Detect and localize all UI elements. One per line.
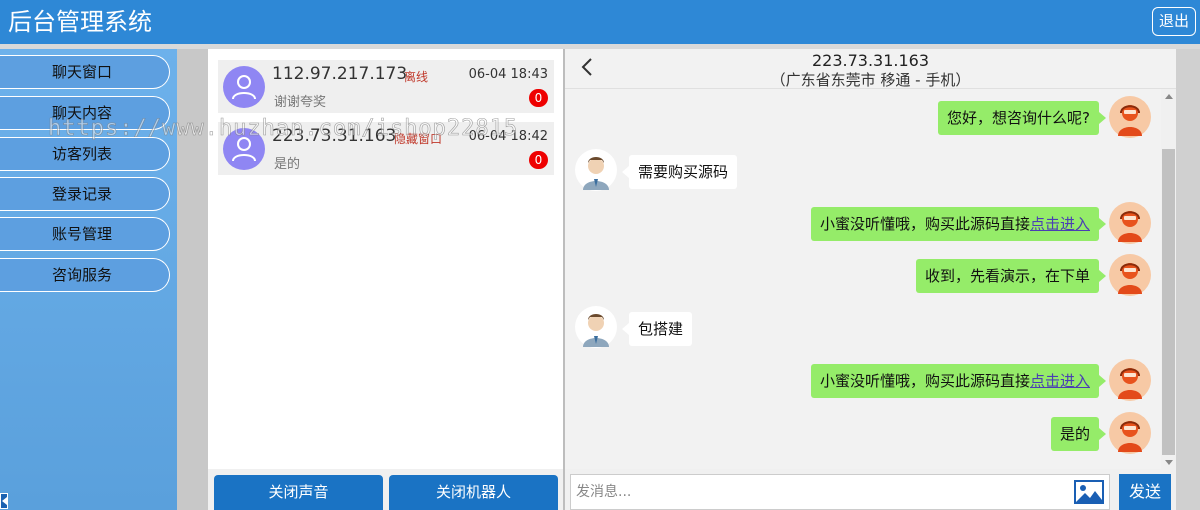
unread-badge: 0 bbox=[529, 151, 548, 169]
visitor-avatar-icon bbox=[575, 306, 617, 348]
chat-visitor-ip: 223.73.31.163 bbox=[811, 51, 930, 70]
message-input[interactable] bbox=[570, 474, 1110, 510]
agent-message-bubble: 是的 bbox=[1050, 417, 1107, 451]
agent-avatar-icon bbox=[1109, 96, 1151, 138]
sidebar-item-consulting-service[interactable]: 咨询服务 bbox=[0, 258, 170, 292]
send-button[interactable]: 发送 bbox=[1119, 474, 1171, 510]
chat-scrollbar[interactable] bbox=[1161, 89, 1176, 469]
conversation-status: 离线 bbox=[404, 70, 429, 84]
message-text: 您好，想咨询什么呢? bbox=[947, 109, 1090, 127]
agent-message-bubble: 您好，想咨询什么呢? bbox=[938, 101, 1106, 135]
chat-visitor-location: （广东省东莞市 移通 - 手机） bbox=[770, 71, 971, 89]
visitor-message-bubble: 包搭建 bbox=[621, 312, 693, 346]
message-composer: 发送 bbox=[565, 469, 1176, 510]
conversation-preview: 是的 bbox=[274, 157, 301, 172]
chat-messages: 您好，想咨询什么呢? 需要购买源码 小蜜没听懂哦，购买此源码直接点击进入 收到，… bbox=[565, 89, 1161, 469]
message-text: 收到，先看演示，在下单 bbox=[924, 267, 1090, 285]
message-text: 小蜜没听懂哦，购买此源码直接 bbox=[819, 215, 1030, 233]
message-text: 小蜜没听懂哦，购买此源码直接 bbox=[819, 372, 1030, 390]
chat-header: 223.73.31.163 （广东省东莞市 移通 - 手机） bbox=[565, 49, 1176, 89]
visitor-message-bubble: 需要购买源码 bbox=[621, 155, 738, 189]
back-arrow-icon[interactable] bbox=[581, 57, 593, 77]
sidebar-item-chat-window[interactable]: 聊天窗口 bbox=[0, 55, 170, 89]
buy-link[interactable]: 点击进入 bbox=[1030, 215, 1090, 233]
conversation-list: 112.97.217.173 离线 06-04 18:43 谢谢夸奖 0 223… bbox=[208, 49, 563, 469]
agent-message-bubble: 小蜜没听懂哦，购买此源码直接点击进入 bbox=[810, 364, 1107, 398]
disable-robot-button[interactable]: 关闭机器人 bbox=[389, 475, 558, 510]
agent-avatar-icon bbox=[1109, 412, 1151, 454]
sidebar-item-visitor-list[interactable]: 访客列表 bbox=[0, 137, 170, 171]
sidebar-item-login-records[interactable]: 登录记录 bbox=[0, 177, 170, 211]
visitor-avatar-icon bbox=[575, 149, 617, 191]
sidebar-item-account-management[interactable]: 账号管理 bbox=[0, 217, 170, 251]
app-title: 后台管理系统 bbox=[8, 8, 152, 36]
agent-message-bubble: 小蜜没听懂哦，购买此源码直接点击进入 bbox=[810, 207, 1107, 241]
message-text: 是的 bbox=[1059, 425, 1090, 443]
image-upload-icon[interactable] bbox=[1074, 480, 1104, 504]
conversation-item[interactable]: 112.97.217.173 离线 06-04 18:43 谢谢夸奖 0 bbox=[218, 60, 554, 113]
agent-avatar-icon bbox=[1109, 254, 1151, 296]
agent-avatar-icon bbox=[1109, 202, 1151, 244]
scroll-thumb[interactable] bbox=[1162, 149, 1175, 455]
user-avatar-icon bbox=[223, 66, 265, 108]
unread-badge: 0 bbox=[529, 89, 548, 107]
agent-message-bubble: 收到，先看演示，在下单 bbox=[915, 259, 1107, 293]
conversation-preview: 谢谢夸奖 bbox=[274, 95, 327, 110]
conversation-footer: 关闭声音 关闭机器人 bbox=[208, 469, 563, 510]
logout-button[interactable]: 退出 bbox=[1152, 7, 1196, 36]
top-bar: 后台管理系统 退出 bbox=[0, 0, 1200, 44]
sidebar-collapse-handle[interactable] bbox=[0, 493, 8, 509]
buy-link[interactable]: 点击进入 bbox=[1030, 372, 1090, 390]
conversation-ip: 112.97.217.173 bbox=[272, 64, 408, 84]
mute-sound-button[interactable]: 关闭声音 bbox=[214, 475, 383, 510]
message-text: 包搭建 bbox=[638, 320, 684, 338]
conversation-time: 06-04 18:43 bbox=[468, 67, 548, 82]
scroll-down-arrow-icon[interactable] bbox=[1165, 460, 1173, 465]
message-text: 需要购买源码 bbox=[638, 163, 729, 181]
right-margin bbox=[1176, 49, 1200, 510]
agent-avatar-icon bbox=[1109, 359, 1151, 401]
watermark: https://www.huzhan.com/ishop22815 bbox=[48, 116, 519, 142]
scroll-up-arrow-icon[interactable] bbox=[1165, 94, 1173, 99]
